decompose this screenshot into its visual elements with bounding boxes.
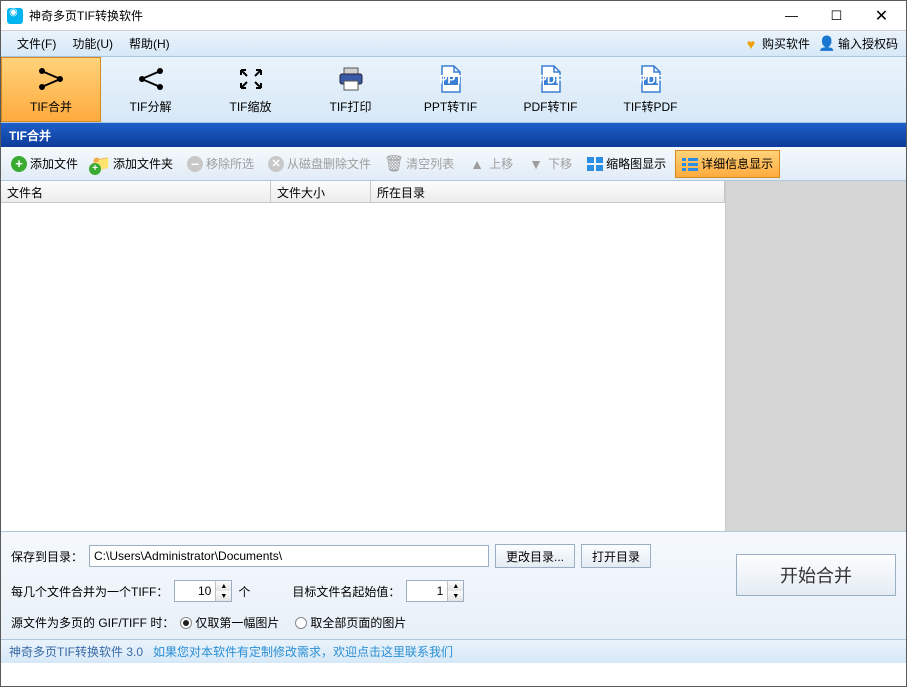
heart-icon: ♥ <box>744 37 758 51</box>
version-label: 神奇多页TIF转换软件 3.0 <box>9 643 143 660</box>
preview-panel <box>726 181 906 531</box>
arrow-down-icon: ▼ <box>527 155 545 173</box>
perfile-label: 每几个文件合并为一个TIFF： <box>11 583 168 600</box>
pdf-file-icon: PDF <box>635 64 667 94</box>
folder-plus-icon: 📁+ <box>92 155 110 173</box>
startname-down-icon[interactable]: ▼ <box>448 591 463 601</box>
detail-list-icon <box>682 157 698 171</box>
radio-dot-icon <box>295 617 307 629</box>
startname-input[interactable] <box>407 581 447 601</box>
scale-icon <box>235 64 267 94</box>
minus-icon: − <box>187 156 203 172</box>
section-title: TIF合并 <box>1 123 906 147</box>
main-tabs: TIF合并 TIF分解 TIF缩放 TIF打印 PPT PPT转TIF PDF … <box>1 57 906 123</box>
tab-ppt-to-tif[interactable]: PPT PPT转TIF <box>401 57 501 122</box>
svg-text:PDF: PDF <box>639 73 663 87</box>
window-title: 神奇多页TIF转换软件 <box>29 7 769 24</box>
add-file-button[interactable]: + 添加文件 <box>5 150 84 178</box>
open-dir-button[interactable]: 打开目录 <box>581 544 651 568</box>
enter-authcode-link[interactable]: 👤 输入授权码 <box>820 35 898 52</box>
radio-dot-icon <box>180 617 192 629</box>
radio-all-pages[interactable]: 取全部页面的图片 <box>295 614 406 631</box>
minimize-button[interactable]: — <box>769 2 814 30</box>
col-filesize[interactable]: 文件大小 <box>271 181 371 202</box>
table-header: 文件名 文件大小 所在目录 <box>1 181 725 203</box>
buy-software-link[interactable]: ♥ 购买软件 <box>744 35 810 52</box>
titlebar: 神奇多页TIF转换软件 — ☐ ✕ <box>1 1 906 31</box>
clear-list-button[interactable]: 🗑 清空列表 <box>379 150 460 178</box>
tab-tif-print[interactable]: TIF打印 <box>301 57 401 122</box>
svg-text:PPT: PPT <box>439 73 463 87</box>
radio-first-page[interactable]: 仅取第一幅图片 <box>180 614 279 631</box>
perfile-down-icon[interactable]: ▼ <box>216 591 231 601</box>
startname-spinner[interactable]: ▲▼ <box>406 580 464 602</box>
perfile-input[interactable] <box>175 581 215 601</box>
detail-view-button[interactable]: 详细信息显示 <box>675 150 780 178</box>
tab-tif-split[interactable]: TIF分解 <box>101 57 201 122</box>
perfile-unit: 个 <box>238 583 250 600</box>
file-list-table: 文件名 文件大小 所在目录 <box>1 181 726 531</box>
split-icon <box>135 64 167 94</box>
thumbnail-view-button[interactable]: 缩略图显示 <box>580 150 673 178</box>
printer-icon <box>335 64 367 94</box>
startname-up-icon[interactable]: ▲ <box>448 581 463 591</box>
startname-label: 目标文件名起始值： <box>292 583 400 600</box>
merge-icon <box>35 64 67 94</box>
close-button[interactable]: ✕ <box>859 2 904 30</box>
settings-panel: 保存到目录： 更改目录... 打开目录 每几个文件合并为一个TIFF： ▲▼ 个… <box>1 531 906 639</box>
multipage-label: 源文件为多页的 GIF/TIFF 时： <box>11 614 174 631</box>
remove-selected-button[interactable]: − 移除所选 <box>181 150 260 178</box>
user-icon: 👤 <box>820 37 834 51</box>
svg-text:PDF: PDF <box>539 73 563 87</box>
tab-tif-merge[interactable]: TIF合并 <box>1 57 101 122</box>
app-logo-icon <box>7 8 23 24</box>
pdf-file-icon: PDF <box>535 64 567 94</box>
menu-help[interactable]: 帮助(H) <box>121 35 178 52</box>
customization-link[interactable]: 如果您对本软件有定制修改需求，欢迎点击这里联系我们 <box>153 643 453 660</box>
ppt-file-icon: PPT <box>435 64 467 94</box>
tab-tif-scale[interactable]: TIF缩放 <box>201 57 301 122</box>
trash-icon: 🗑 <box>385 155 403 173</box>
savedir-input[interactable] <box>89 545 489 567</box>
move-down-button[interactable]: ▼ 下移 <box>521 150 578 178</box>
add-folder-button[interactable]: 📁+ 添加文件夹 <box>86 150 179 178</box>
perfile-spinner[interactable]: ▲▼ <box>174 580 232 602</box>
delete-from-disk-button[interactable]: ✕ 从磁盘删除文件 <box>262 150 377 178</box>
thumbnail-icon <box>587 157 603 171</box>
content-area: 文件名 文件大小 所在目录 <box>1 181 906 531</box>
arrow-up-icon: ▲ <box>468 155 486 173</box>
savedir-label: 保存到目录： <box>11 548 83 565</box>
x-circle-icon: ✕ <box>268 156 284 172</box>
statusbar: 神奇多页TIF转换软件 3.0 如果您对本软件有定制修改需求，欢迎点击这里联系我… <box>1 639 906 663</box>
change-dir-button[interactable]: 更改目录... <box>495 544 575 568</box>
menu-function[interactable]: 功能(U) <box>64 35 121 52</box>
menu-file[interactable]: 文件(F) <box>9 35 64 52</box>
start-merge-button[interactable]: 开始合并 <box>736 554 896 596</box>
tab-pdf-to-tif[interactable]: PDF PDF转TIF <box>501 57 601 122</box>
table-body[interactable] <box>1 203 725 531</box>
tab-tif-to-pdf[interactable]: PDF TIF转PDF <box>601 57 701 122</box>
menubar: 文件(F) 功能(U) 帮助(H) ♥ 购买软件 👤 输入授权码 <box>1 31 906 57</box>
plus-icon: + <box>11 156 27 172</box>
col-folder[interactable]: 所在目录 <box>371 181 725 202</box>
maximize-button[interactable]: ☐ <box>814 2 859 30</box>
perfile-up-icon[interactable]: ▲ <box>216 581 231 591</box>
file-toolbar: + 添加文件 📁+ 添加文件夹 − 移除所选 ✕ 从磁盘删除文件 🗑 清空列表 … <box>1 147 906 181</box>
move-up-button[interactable]: ▲ 上移 <box>462 150 519 178</box>
col-filename[interactable]: 文件名 <box>1 181 271 202</box>
